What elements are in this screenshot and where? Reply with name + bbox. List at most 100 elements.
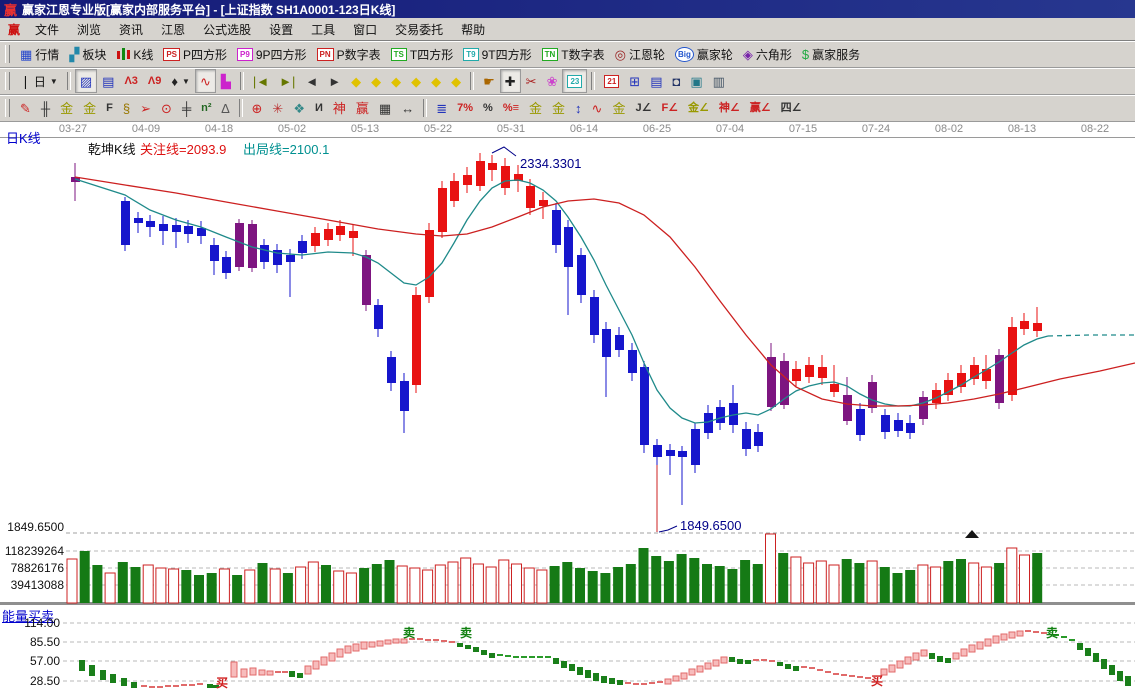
tool-gold-angle-button[interactable]: 金∠ [683, 96, 714, 120]
tool-pen-button[interactable]: ✎ [15, 96, 36, 120]
tool-snapshot-button[interactable]: ▣ [685, 69, 707, 93]
tool-candle-type-button[interactable]: ♦▼ [166, 69, 195, 93]
tool-star-rays-button[interactable]: ✳ [267, 96, 288, 120]
tool-prev-candle-button[interactable]: ◄ [300, 69, 323, 93]
tool-wave-3-button[interactable]: Λ3 [119, 69, 142, 93]
tool-printer-button[interactable]: ▥ [708, 69, 730, 93]
tool-hand-drag-button[interactable]: ☛ [478, 69, 500, 93]
tool-angle-mirror-button[interactable]: ∆ [217, 96, 235, 120]
menu-item-6[interactable]: 工具 [302, 19, 344, 40]
chart-area: 买卖卖买卖 日K线 乾坤K线 关注线=2093.9 出局线=2100.1 233… [0, 138, 1135, 689]
tool-quotes-button[interactable]: ▦行情 [15, 42, 64, 66]
tool-measure-hist-button[interactable]: ≣ [431, 96, 452, 120]
tool-next-candle-button[interactable]: ► [323, 69, 346, 93]
tool-j-angle-button[interactable]: J∠ [630, 96, 656, 120]
menu-item-8[interactable]: 交易委托 [386, 19, 452, 40]
tool-spiral-button[interactable]: § [118, 96, 135, 120]
tool-notes-button[interactable]: ▤ [645, 69, 667, 93]
tool-p-digit-table-button[interactable]: PNP数字表 [312, 42, 386, 66]
tool-spider-web-button[interactable]: ❖ [288, 96, 310, 120]
tool-grid-button[interactable]: ╫ [36, 96, 55, 120]
tool-t-digit-table-button[interactable]: TNT数字表 [537, 42, 610, 66]
tool-wave-measure-button[interactable]: ∿ [587, 96, 608, 120]
tool-diamond-expand-v-button[interactable]: ◆ [446, 69, 466, 93]
toolbar-grip[interactable] [5, 72, 10, 90]
tool-diamond-expand-h-button[interactable]: ◆ [386, 69, 406, 93]
tool-percent-lines-button[interactable]: %≡ [498, 96, 524, 120]
tool-percent-7-button[interactable]: 7% [452, 96, 478, 120]
tool-f-grid-button[interactable]: F [101, 96, 118, 120]
tool-marker-pen-button[interactable]: ➢ [135, 96, 156, 120]
tool-wave-9-button[interactable]: Λ9 [143, 69, 166, 93]
tool-9p-square-button[interactable]: P99P四方形 [232, 42, 311, 66]
volume-axis-label: 118239264 [0, 544, 64, 558]
tool-sectors-button[interactable]: ▞板块 [64, 42, 111, 66]
menu-item-0[interactable]: 文件 [26, 19, 68, 40]
toolbar-grip[interactable] [5, 45, 10, 63]
tool-grid-123-button[interactable]: ▦ [374, 96, 396, 120]
tool-gold-underline-button[interactable]: 金 [607, 96, 630, 120]
menu-item-2[interactable]: 资讯 [110, 19, 152, 40]
tool-crosshair-button[interactable]: ✚ [500, 69, 521, 93]
tool-kline-button[interactable]: K线 [111, 42, 158, 66]
tool-info-panel-button[interactable]: ▤ [97, 69, 119, 93]
tool-calculator-button[interactable]: ⊞ [624, 69, 645, 93]
tool-gold-circle-button[interactable]: 金 [524, 96, 547, 120]
tool-n-square-button[interactable]: n² [196, 96, 216, 120]
tool-diamond-shift-right-button[interactable]: ◆ [366, 69, 386, 93]
tool-gann-line-button[interactable]: И [310, 96, 328, 120]
tool-gold-grid-button[interactable]: 金 [55, 96, 78, 120]
tool-diamond-shift-left-button[interactable]: ◆ [346, 69, 366, 93]
diamond-expand-h-icon: ◆ [391, 75, 401, 88]
tool-cycle-23-button[interactable]: 23 [562, 69, 587, 93]
tool-gold-lines-button[interactable]: 金 [547, 96, 570, 120]
tool-win-angle-button[interactable]: 赢∠ [745, 96, 776, 120]
p-square-label: P四方形 [183, 46, 227, 63]
date-label: 03-27 [47, 123, 99, 135]
tool-first-page-button[interactable]: |◄ [248, 69, 274, 93]
tool-f-angle-button[interactable]: F∠ [656, 96, 683, 120]
menu-item-7[interactable]: 窗口 [344, 19, 386, 40]
dropdown-arrow-icon: ▼ [50, 77, 58, 86]
tool-shen-angle-button[interactable]: 神∠ [714, 96, 745, 120]
tool-diamond-compress-v-button[interactable]: ◆ [426, 69, 446, 93]
tool-gann-wheel-button[interactable]: ◎江恩轮 [610, 42, 670, 66]
tool-last-page-button[interactable]: ►| [274, 69, 300, 93]
menu-item-1[interactable]: 浏览 [68, 19, 110, 40]
tool-9t-square-button[interactable]: T99T四方形 [458, 42, 536, 66]
tool-gold-grid-2-button[interactable]: 金 [78, 96, 101, 120]
tool-width-adjust-button[interactable]: ↔ [396, 96, 419, 120]
tool-price-grid-button[interactable]: ╪ [177, 96, 196, 120]
toolbar-grip[interactable] [5, 99, 10, 117]
gann-wheel-icon: ◎ [615, 48, 626, 61]
tool-winner-service-button[interactable]: $赢家服务 [797, 42, 865, 66]
star-rays-icon: ✳ [272, 102, 283, 115]
tool-volume-profile-button[interactable]: ▙ [216, 69, 236, 93]
tool-shen-grid-button[interactable]: 神 [328, 96, 351, 120]
menu-item-4[interactable]: 公式选股 [194, 19, 260, 40]
tool-save-disk-button[interactable]: ◘ [667, 69, 685, 93]
tool-calendar-21-button[interactable]: 21 [599, 69, 624, 93]
tool-zoom-area-button[interactable]: ▨ [75, 69, 97, 93]
tool-winner-wheel-button[interactable]: Big赢家轮 [670, 42, 738, 66]
tool-trend-zigzag-button[interactable]: ∿ [195, 69, 216, 93]
tool-win-grid-button[interactable]: 赢 [351, 96, 374, 120]
tool-percent-button[interactable]: % [478, 96, 498, 120]
volume-profile-icon: ▙ [221, 75, 231, 88]
tool-period-day-button[interactable]: ❘日▼ [15, 69, 63, 93]
spider-web-icon: ❖ [293, 102, 305, 115]
chart-canvas[interactable]: 买卖卖买卖 [0, 138, 1135, 689]
menu-item-3[interactable]: 江恩 [152, 19, 194, 40]
tool-updown-mark-button[interactable]: ↕ [570, 96, 587, 120]
tool-diamond-compress-h-button[interactable]: ◆ [406, 69, 426, 93]
tool-erase-scissors-button[interactable]: ✂ [521, 69, 542, 93]
tool-p-square-button[interactable]: PSP四方形 [158, 42, 232, 66]
menu-item-5[interactable]: 设置 [260, 19, 302, 40]
tool-flower-tool-button[interactable]: ❀ [542, 69, 563, 93]
tool-circle-cross-button[interactable]: ⊕ [247, 96, 268, 120]
tool-hexagon-button[interactable]: ◈六角形 [738, 42, 797, 66]
tool-t-square-button[interactable]: TST四方形 [386, 42, 459, 66]
menu-item-9[interactable]: 帮助 [452, 19, 494, 40]
tool-time-cycle-button[interactable]: ⊙ [156, 96, 177, 120]
tool-four-angle-button[interactable]: 四∠ [776, 96, 807, 120]
